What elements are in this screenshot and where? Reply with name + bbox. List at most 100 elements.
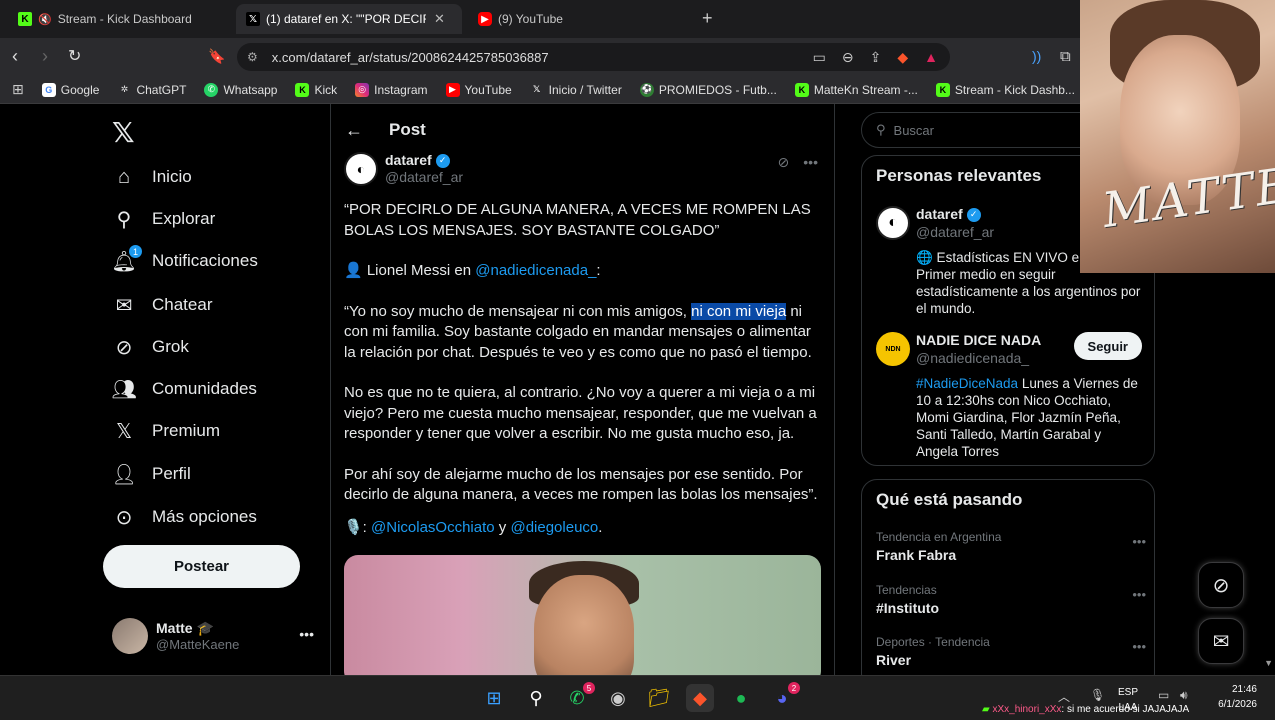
author-avatar[interactable]: ◐ [344,152,378,186]
tab-title: (9) YouTube [498,12,563,26]
account-name-row: Matte 🎓 [156,620,239,637]
site-info-icon[interactable]: ⚙ [247,50,258,64]
bookmark-icon[interactable]: 🔖 [208,48,225,65]
bookmark-kick[interactable]: K Kick [295,82,337,97]
chat-user: xXx_hinori_xXx [992,704,1062,715]
post-button[interactable]: Postear [103,545,300,588]
bookmark-whatsapp[interactable]: ✆ Whatsapp [204,82,277,97]
post-author[interactable]: ◐ dataref ✓ @dataref_ar [344,152,463,186]
mention-link[interactable]: @nadiedicenada_ [475,262,596,279]
microphone-icon[interactable]: 🎙︎ [1090,688,1105,702]
post-paragraph: “Yo no soy mucho de mensajear ni con mis… [344,302,824,364]
volume-icon[interactable]: 🔊︎ [1180,688,1188,703]
account-name: Matte [156,620,193,636]
back-icon[interactable]: ‹ [12,46,18,67]
search-icon: ⚲ [116,208,132,231]
grok-fab-button[interactable]: ⊘ [1198,562,1244,608]
bookmark-label: ChatGPT [136,82,187,97]
clock[interactable]: 21:46 6/1/2026 [1218,682,1257,712]
google-icon: G [41,82,56,97]
brave-icon[interactable]: ◆ [686,684,714,712]
reload-icon[interactable]: ↻ [68,46,81,66]
messages-fab-button[interactable]: ✉ [1198,618,1244,664]
brave-rewards-icon[interactable]: ▲ [924,49,938,66]
nav-grok[interactable]: ⊘ Grok [112,327,189,367]
x-logo-icon[interactable]: 𝕏 [112,116,135,149]
bookmark-youtube[interactable]: ▶ YouTube [445,82,512,97]
mention-link[interactable]: @diegoleuco [510,519,598,536]
bookmark-label: MatteKn Stream -... [813,82,918,97]
account-switcher[interactable]: Matte 🎓 @MatteKaene ••• [112,614,322,658]
post-paragraph: No es que no te quiera, al contrario. ¿N… [344,384,817,442]
apps-grid-icon[interactable]: ⊞ [12,81,24,98]
mention-link[interactable]: @NicolasOcchiato [371,519,495,536]
bookmark-kick-dashboard[interactable]: K Stream - Kick Dashb... [935,82,1075,97]
search-icon[interactable]: ⚲ [522,684,550,712]
new-tab-button[interactable]: + [702,8,713,29]
brave-shield-icon[interactable]: ◆ [897,49,908,66]
scroll-down-arrow-icon[interactable]: ▼ [1264,658,1273,668]
nav-premium[interactable]: 𝕏 Premium [112,411,220,451]
nav-perfil[interactable]: 👤︎ Perfil [111,454,190,494]
avatar[interactable]: ◐ [876,206,910,240]
search-placeholder: Buscar [893,122,934,138]
cast-icon[interactable]: ▭ [813,49,826,66]
audio-icon[interactable]: )) [1032,48,1041,64]
text-span: . [598,518,603,536]
verified-icon: ✓ [435,153,450,168]
author-name[interactable]: dataref [385,152,432,169]
windows-start-icon[interactable]: ⊞ [480,684,508,712]
chevron-up-icon[interactable]: ︿ [1058,688,1070,705]
close-tab-icon[interactable]: ✕ [434,11,445,27]
nav-comunidades[interactable]: 👥︎ Comunidades [111,369,257,409]
more-icon[interactable]: ••• [299,626,314,642]
bookmark-instagram[interactable]: ◎ Instagram [355,82,428,97]
follow-button[interactable]: Seguir [1073,332,1142,360]
trend-item[interactable]: Tendencias #Instituto ••• [876,583,1146,616]
nav-mas-opciones[interactable]: ⊙ Más opciones [112,497,257,537]
back-arrow-icon[interactable]: ← [345,120,363,141]
network-icon[interactable]: ▭ [1158,688,1169,702]
extensions-icon[interactable]: ⧉ [1060,48,1071,65]
tab-dataref-post[interactable]: 𝕏 (1) dataref en X: ""POR DECIRLO ✕ [236,4,462,34]
more-icon[interactable]: ••• [1132,639,1146,654]
microphone-icon: 🎙️: [344,518,372,536]
whatsapp-icon[interactable]: ✆ 5 [563,682,595,712]
nav-chatear[interactable]: ✉ Chatear [112,285,213,325]
obs-icon[interactable]: ◉ [604,684,632,712]
tab-kick-dashboard[interactable]: K 🔇 Stream - Kick Dashboard [8,4,230,34]
kick-icon: K [18,12,32,26]
bookmark-twitter[interactable]: 𝕏 Inicio / Twitter [530,83,622,97]
url-text[interactable]: x.com/dataref_ar/status/2008624425785036… [272,50,549,65]
more-icon[interactable]: ••• [1132,534,1146,549]
bookmark-google[interactable]: G Google [41,82,99,97]
folder-icon[interactable]: 📁︎ [645,684,673,712]
bookmark-chatgpt[interactable]: ✲ ChatGPT [117,82,187,97]
bookmark-promiedos[interactable]: ⚽ PROMIEDOS - Futb... [639,82,777,97]
more-icon[interactable]: ••• [1132,587,1146,602]
bookmark-mattekn-stream[interactable]: K MatteKn Stream -... [794,82,918,97]
zoom-icon[interactable]: ⊖ [842,49,854,66]
share-icon[interactable]: ⇪ [870,49,882,66]
hashtag-link[interactable]: #NadieDiceNada [916,376,1018,391]
muted-speaker-icon[interactable]: 🔇 [38,13,52,26]
trend-item[interactable]: Deportes · Tendencia River ••• [876,635,1146,668]
address-bar[interactable]: ⚙ x.com/dataref_ar/status/20086244257850… [237,43,950,71]
nav-explorar[interactable]: ⚲ Explorar [112,199,216,239]
person-name[interactable]: dataref [916,206,963,223]
author-handle[interactable]: @dataref_ar [385,169,463,186]
tab-youtube[interactable]: ▶ (9) YouTube [468,4,690,34]
nav-inicio[interactable]: ⌂ Inicio [112,157,192,197]
grok-icon[interactable]: ⊘ [778,154,790,171]
forward-icon[interactable]: › [42,46,48,67]
post-image[interactable] [344,555,821,675]
nav-notificaciones[interactable]: 🔔︎ 1 Notificaciones [111,241,258,281]
person-name[interactable]: NADIE DICE NADA [916,332,1041,349]
instagram-icon: ◎ [355,82,370,97]
trend-item[interactable]: Tendencia en Argentina Frank Fabra ••• [876,530,1146,563]
nav-label: Grok [152,337,189,356]
spotify-icon[interactable]: ● [727,684,755,712]
more-icon[interactable]: ••• [803,154,818,171]
discord-icon[interactable]: ◕ 2 [768,682,800,712]
avatar[interactable]: NDN [876,332,910,366]
